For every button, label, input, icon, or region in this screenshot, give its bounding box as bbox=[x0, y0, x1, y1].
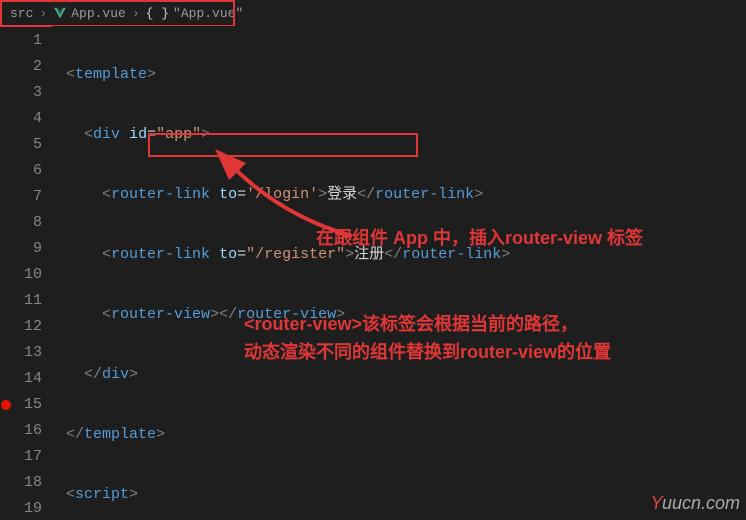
breadcrumb-seg-src[interactable]: src bbox=[10, 6, 33, 21]
line-number: 2 bbox=[12, 54, 42, 80]
code-line: <template> bbox=[52, 62, 746, 88]
chevron-right-icon: › bbox=[130, 6, 142, 21]
chevron-right-icon: › bbox=[37, 6, 49, 21]
code-line: <div id="app"> bbox=[52, 122, 746, 148]
code-line: </template> bbox=[52, 422, 746, 448]
line-number: 7 bbox=[12, 184, 42, 210]
line-number: 14 bbox=[12, 366, 42, 392]
code-area[interactable]: <template> <div id="app"> <router-link t… bbox=[52, 26, 746, 520]
line-number: 10 bbox=[12, 262, 42, 288]
line-number: 18 bbox=[12, 470, 42, 496]
line-number: 16 bbox=[12, 418, 42, 444]
line-number: 15 bbox=[12, 392, 42, 418]
line-number: 6 bbox=[12, 158, 42, 184]
line-number: 3 bbox=[12, 80, 42, 106]
line-number: 19 bbox=[12, 496, 42, 520]
line-number: 8 bbox=[12, 210, 42, 236]
line-number: 5 bbox=[12, 132, 42, 158]
code-line: <router-view></router-view> bbox=[52, 302, 746, 328]
code-line: <script> bbox=[52, 482, 746, 508]
line-number: 11 bbox=[12, 288, 42, 314]
line-number: 13 bbox=[12, 340, 42, 366]
line-number: 1 bbox=[12, 28, 42, 54]
annotation-text: 动态渲染不同的组件替换到router-view的位置 bbox=[244, 338, 611, 364]
breadcrumb-seg-file[interactable]: App.vue bbox=[71, 6, 126, 21]
line-number: 4 bbox=[12, 106, 42, 132]
editor: 1 2 3 4 5 6 7 8 9 10 11 12 13 14 15 16 1… bbox=[0, 26, 746, 520]
breadcrumb: src › App.vue › { } "App.vue" bbox=[0, 0, 746, 26]
line-number: 12 bbox=[12, 314, 42, 340]
line-number-gutter: 1 2 3 4 5 6 7 8 9 10 11 12 13 14 15 16 1… bbox=[12, 26, 52, 520]
braces-icon: { } bbox=[146, 6, 169, 21]
breadcrumb-seg-symbol[interactable]: "App.vue" bbox=[173, 6, 243, 21]
code-line: <router-link to="/register">注册</router-l… bbox=[52, 242, 746, 268]
code-line: </div> bbox=[52, 362, 746, 388]
vue-icon bbox=[53, 6, 67, 20]
breakpoint-gutter[interactable] bbox=[0, 26, 12, 520]
line-number: 17 bbox=[12, 444, 42, 470]
code-line: <router-link to='/login'>登录</router-link… bbox=[52, 182, 746, 208]
breakpoint-icon[interactable] bbox=[1, 400, 11, 410]
line-number: 9 bbox=[12, 236, 42, 262]
